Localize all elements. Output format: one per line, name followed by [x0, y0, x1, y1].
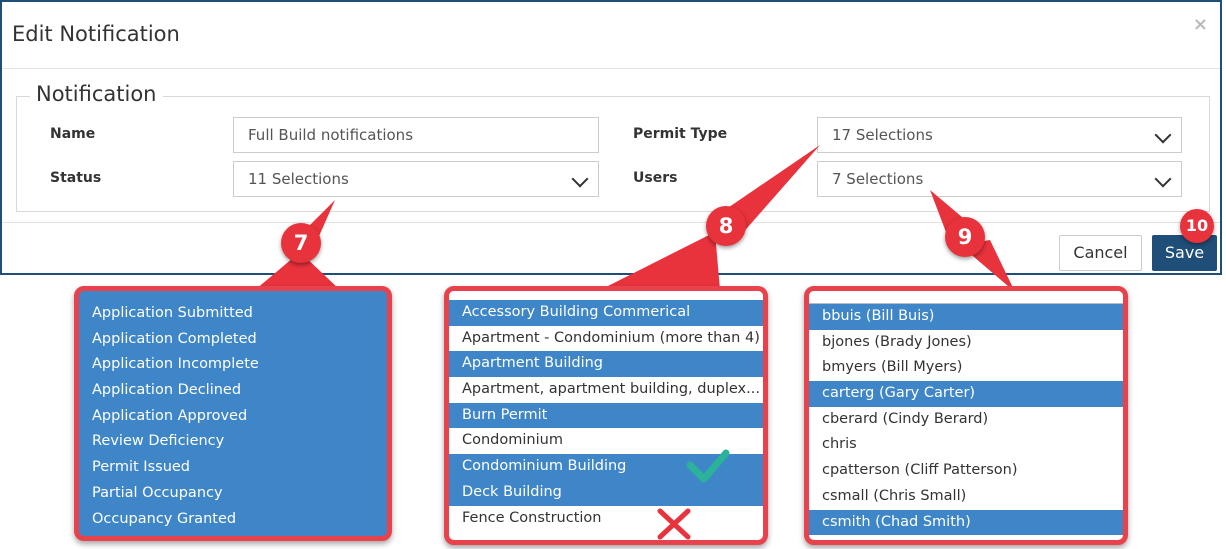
list-item[interactable]: csmall (Chris Small) [809, 483, 1123, 510]
list-item[interactable]: Apartment, apartment building, duplex... [449, 377, 763, 403]
list-item[interactable]: bjones (Brady Jones) [809, 329, 1123, 356]
callout-8-badge: 8 [706, 206, 746, 246]
list-item[interactable]: bbuis (Bill Buis) [809, 304, 1123, 330]
list-item[interactable]: Application Declined [79, 378, 387, 404]
users-options-panel: bbuis (Bill Buis) bjones (Brady Jones) bmy… [804, 286, 1128, 545]
list-item[interactable]: Permit Issued [79, 455, 387, 481]
list-item[interactable]: Apartment - Condominium (more than 4) [449, 325, 763, 352]
list-item[interactable]: Apartment Building [449, 351, 763, 378]
list-item[interactable]: chris [809, 432, 1123, 459]
list-item[interactable]: csmith (Chad Smith) [809, 509, 1123, 536]
list-item[interactable]: Application Approved [79, 403, 387, 430]
list-item[interactable]: carterg (Gary Carter) [809, 381, 1123, 407]
list-item[interactable]: Condominium [449, 428, 763, 455]
list-item[interactable]: Accessory Building Commerical [449, 300, 763, 326]
list-item[interactable]: cpatterson (Cliff Patterson) [809, 458, 1123, 484]
list-item[interactable]: Deck Building [449, 479, 763, 506]
list-item[interactable]: Review Deficiency [79, 429, 387, 456]
callout-8-tail [600, 232, 720, 290]
permit-type-options-panel: Accessory Building Commerical Apartment -… [444, 286, 768, 545]
list-item[interactable]: cberard (Cindy Berard) [809, 406, 1123, 433]
status-options-list: Application Submitted Application Complet… [79, 291, 387, 533]
list-item[interactable]: Burn Permit [449, 402, 763, 429]
list-item[interactable]: Fence Construction [449, 505, 763, 532]
list-item[interactable]: Application Completed [79, 326, 387, 353]
callout-10-badge: 10 [1180, 209, 1214, 243]
list-item[interactable]: Application Submitted [79, 301, 387, 327]
status-options-panel: Application Submitted Application Complet… [74, 286, 392, 541]
list-item[interactable]: Application Incomplete [79, 352, 387, 379]
callout-7-badge: 7 [281, 223, 321, 263]
list-item[interactable]: Occupancy Granted [79, 506, 387, 533]
list-item[interactable]: Condominium Building [449, 454, 763, 480]
callout-9-badge: 9 [945, 217, 985, 257]
permit-type-options-list: Accessory Building Commerical Apartment -… [449, 300, 763, 532]
users-options-list: bbuis (Bill Buis) bjones (Brady Jones) bmy… [809, 304, 1123, 536]
list-item[interactable]: bmyers (Bill Myers) [809, 355, 1123, 382]
list-item[interactable]: Partial Occupancy [79, 480, 387, 507]
